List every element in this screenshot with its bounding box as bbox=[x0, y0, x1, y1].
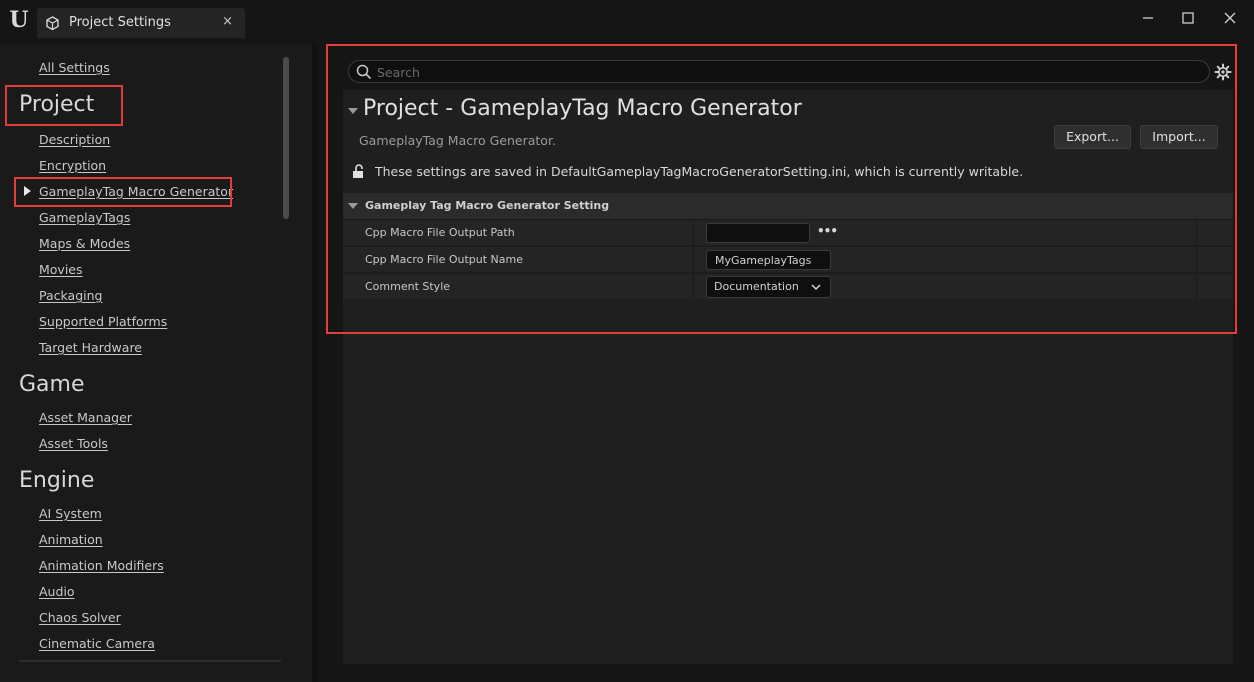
sidebar-item-animation[interactable]: Animation bbox=[39, 532, 103, 547]
search-icon bbox=[356, 64, 372, 80]
section-header-engine: Engine bbox=[19, 468, 95, 493]
sidebar-item-audio[interactable]: Audio bbox=[39, 584, 75, 599]
column-divider[interactable] bbox=[693, 274, 694, 300]
property-name: Cpp Macro File Output Name bbox=[365, 253, 523, 266]
category-label: Gameplay Tag Macro Generator Setting bbox=[365, 199, 610, 212]
lock-open-icon bbox=[353, 164, 363, 178]
property-row-comment-style: Comment Style Documentation bbox=[343, 273, 1233, 300]
output-path-input[interactable] bbox=[706, 223, 810, 243]
selected-arrow-icon bbox=[24, 186, 31, 196]
minimize-icon[interactable] bbox=[1136, 10, 1160, 30]
sidebar-divider bbox=[19, 660, 281, 662]
column-divider bbox=[1196, 220, 1197, 246]
sidebar-item-ai-system[interactable]: AI System bbox=[39, 506, 102, 521]
config-saved-note: These settings are saved in DefaultGamep… bbox=[375, 164, 1024, 179]
category-collapse-icon bbox=[348, 203, 358, 209]
sidebar-item-animation-modifiers[interactable]: Animation Modifiers bbox=[39, 558, 164, 573]
column-divider bbox=[1196, 274, 1197, 300]
column-divider[interactable] bbox=[693, 220, 694, 246]
sidebar-item-movies[interactable]: Movies bbox=[39, 262, 83, 277]
sidebar-item-asset-manager[interactable]: Asset Manager bbox=[39, 410, 132, 425]
sidebar-item-cinematic-camera[interactable]: Cinematic Camera bbox=[39, 636, 155, 651]
section-header-project: Project bbox=[19, 92, 95, 117]
settings-main-panel: Project - GameplayTag Macro Generator Ga… bbox=[318, 44, 1254, 682]
tab-project-settings[interactable]: Project Settings × bbox=[37, 8, 245, 38]
close-icon[interactable]: × bbox=[222, 14, 233, 29]
maximize-icon[interactable] bbox=[1176, 10, 1200, 30]
all-settings-link[interactable]: All Settings bbox=[39, 60, 110, 75]
sidebar-item-chaos-solver[interactable]: Chaos Solver bbox=[39, 610, 121, 625]
sidebar-scrollbar[interactable] bbox=[283, 57, 289, 219]
project-settings-icon bbox=[46, 16, 59, 31]
output-name-input[interactable] bbox=[706, 250, 831, 270]
sidebar-item-description[interactable]: Description bbox=[39, 132, 110, 147]
sidebar-item-encryption[interactable]: Encryption bbox=[39, 158, 106, 173]
sidebar-item-gameplaytag-macro-generator[interactable]: GameplayTag Macro Generator bbox=[39, 184, 233, 199]
section-header-game: Game bbox=[19, 372, 85, 397]
sidebar-item-packaging[interactable]: Packaging bbox=[39, 288, 102, 303]
browse-dots-icon[interactable]: ••• bbox=[817, 224, 838, 238]
settings-sidebar: All Settings Project Description Encrypt… bbox=[0, 44, 312, 682]
sidebar-item-asset-tools[interactable]: Asset Tools bbox=[39, 436, 108, 451]
import-button[interactable]: Import... bbox=[1140, 125, 1218, 149]
property-row-output-name: Cpp Macro File Output Name bbox=[343, 246, 1233, 273]
unreal-logo-icon[interactable]: U bbox=[7, 8, 31, 32]
chevron-down-icon bbox=[811, 284, 821, 291]
page-description: GameplayTag Macro Generator. bbox=[359, 133, 556, 148]
collapse-arrow-icon[interactable] bbox=[348, 108, 358, 114]
sidebar-item-supported-platforms[interactable]: Supported Platforms bbox=[39, 314, 167, 329]
property-row-output-path: Cpp Macro File Output Path ••• bbox=[343, 219, 1233, 246]
sidebar-item-maps-modes[interactable]: Maps & Modes bbox=[39, 236, 130, 251]
export-button[interactable]: Export... bbox=[1054, 125, 1131, 149]
tab-title: Project Settings bbox=[69, 15, 171, 30]
window-close-icon[interactable] bbox=[1218, 10, 1242, 30]
search-box[interactable] bbox=[348, 60, 1210, 83]
column-divider bbox=[1196, 247, 1197, 273]
sidebar-item-target-hardware[interactable]: Target Hardware bbox=[39, 340, 142, 355]
title-bar: U Project Settings × bbox=[0, 0, 1254, 44]
page-title: Project - GameplayTag Macro Generator bbox=[363, 96, 802, 121]
property-name: Cpp Macro File Output Path bbox=[365, 226, 515, 239]
sidebar-item-gameplaytags[interactable]: GameplayTags bbox=[39, 210, 130, 225]
category-header[interactable]: Gameplay Tag Macro Generator Setting bbox=[343, 193, 1233, 219]
search-input[interactable] bbox=[377, 63, 1197, 81]
column-divider[interactable] bbox=[693, 247, 694, 273]
property-name: Comment Style bbox=[365, 280, 451, 293]
gear-icon[interactable] bbox=[1214, 63, 1232, 81]
comment-style-dropdown[interactable]: Documentation bbox=[706, 276, 831, 298]
dropdown-value: Documentation bbox=[714, 280, 799, 293]
